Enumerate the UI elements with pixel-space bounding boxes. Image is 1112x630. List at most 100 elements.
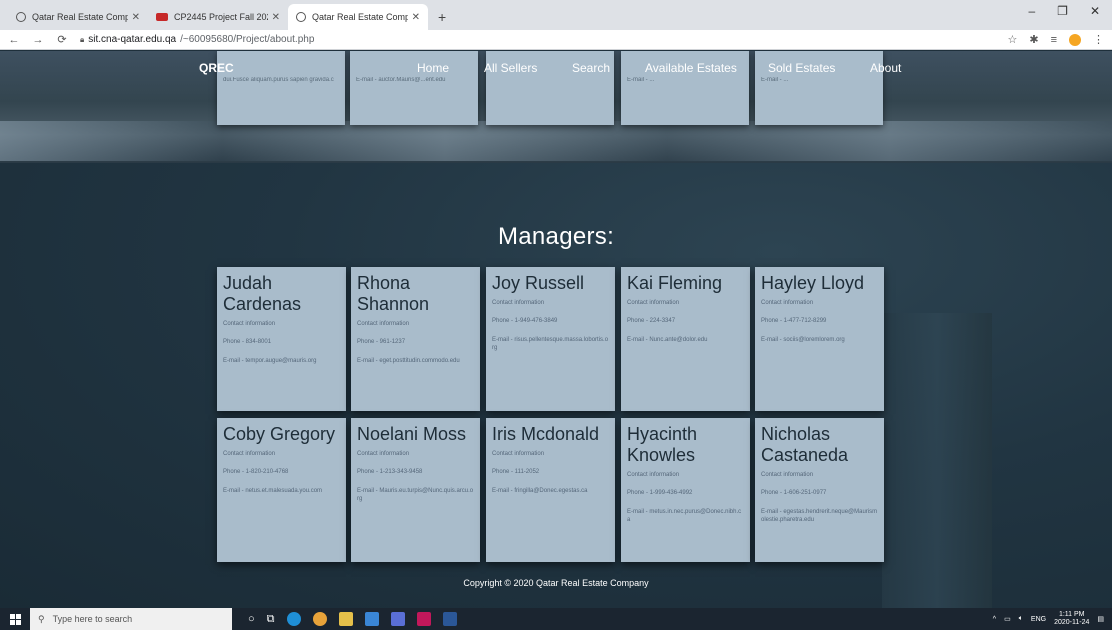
browser-tab-2[interactable]: CP2445 Project Fall 2020 - CP24 ✕ bbox=[148, 4, 288, 30]
manager-card: Iris Mcdonald Contact information Phone … bbox=[486, 418, 615, 562]
clock[interactable]: 1:11 PM 2020-11-24 bbox=[1054, 611, 1089, 627]
search-placeholder: Type here to search bbox=[52, 614, 133, 624]
card-text: E-mail - ... bbox=[627, 77, 655, 83]
maximize-button[interactable]: ❐ bbox=[1057, 4, 1068, 18]
edge-icon[interactable] bbox=[286, 612, 301, 626]
browser-tab-3[interactable]: Qatar Real Estate Company ✕ bbox=[288, 4, 428, 30]
globe-icon bbox=[296, 12, 306, 22]
close-icon[interactable]: ✕ bbox=[272, 12, 280, 23]
manager-card: Joy Russell Contact information Phone - … bbox=[486, 267, 615, 411]
manager-phone: Phone - 1-213-343-9458 bbox=[357, 469, 423, 475]
store-icon[interactable] bbox=[364, 612, 379, 626]
clock-date: 2020-11-24 bbox=[1054, 619, 1090, 626]
volume-icon[interactable]: 🔈︎ bbox=[1019, 615, 1023, 623]
manager-phone: Phone - 834-8001 bbox=[223, 339, 272, 345]
manager-email: E-mail - Nunc.ante@dolor.edu bbox=[627, 337, 708, 343]
lock-icon: 🔒︎ bbox=[80, 34, 85, 44]
manager-email: E-mail - Mauris.eu.turpis@Nunc.quis.arcu… bbox=[357, 488, 474, 502]
manager-card: Judah Cardenas Contact information Phone… bbox=[217, 267, 346, 411]
card-text: E-mail - auctor.Mauris@...ent.edu bbox=[356, 77, 446, 83]
browser-tab-bar: Qatar Real Estate Company ✕ CP2445 Proje… bbox=[0, 0, 1112, 30]
minimize-button[interactable]: – bbox=[1028, 4, 1035, 18]
url-path: /~60095680/Project/about.php bbox=[180, 34, 315, 45]
page-footer: Copyright © 2020 Qatar Real Estate Compa… bbox=[463, 578, 649, 588]
close-icon[interactable]: ✕ bbox=[412, 12, 420, 23]
manager-email: E-mail - metus.in.nec.purus@Donec.nibh.c… bbox=[627, 509, 742, 523]
manager-email: E-mail - risus.pellentesque.massa.lobort… bbox=[492, 337, 609, 351]
contact-label: Contact information bbox=[492, 451, 545, 457]
manager-name: Hyacinth Knowles bbox=[627, 424, 698, 465]
profile-avatar[interactable] bbox=[1069, 33, 1081, 46]
manager-name: Iris Mcdonald bbox=[492, 424, 600, 444]
nav-about[interactable]: About bbox=[870, 61, 901, 75]
tab-label: Qatar Real Estate Company bbox=[312, 12, 408, 22]
clock-time: 1:11 PM bbox=[1058, 611, 1085, 618]
manager-name: Kai Fleming bbox=[627, 273, 723, 293]
language-indicator[interactable]: ENG bbox=[1031, 616, 1046, 623]
visual-studio-icon[interactable] bbox=[416, 612, 431, 626]
web-page: dui.Fusce aliquam.purus sapien gravida.c… bbox=[0, 51, 1112, 608]
card-text: dui.Fusce aliquam.purus sapien gravida.c bbox=[223, 77, 334, 83]
star-icon[interactable]: ☆ bbox=[1007, 33, 1017, 46]
search-icon: ⚲ bbox=[38, 613, 45, 624]
brand-logo[interactable]: QREC bbox=[199, 61, 234, 75]
menu-icon[interactable]: ⋮ bbox=[1093, 33, 1104, 46]
manager-name: Coby Gregory bbox=[223, 424, 336, 444]
manager-name: Noelani Moss bbox=[357, 424, 467, 444]
manager-email: E-mail - tempor.augue@mauris.org bbox=[223, 358, 317, 364]
tab-label: CP2445 Project Fall 2020 - CP24 bbox=[174, 12, 268, 22]
contact-label: Contact information bbox=[223, 321, 276, 327]
manager-phone: Phone - 1-477-712-8299 bbox=[761, 318, 827, 324]
manager-email: E-mail - netus.et.malesuada.you.com bbox=[223, 488, 323, 494]
close-icon[interactable]: ✕ bbox=[132, 12, 140, 23]
manager-card: Hayley Lloyd Contact information Phone -… bbox=[755, 267, 884, 411]
manager-phone: Phone - 1-949-476-3849 bbox=[492, 318, 558, 324]
manager-name: Joy Russell bbox=[492, 273, 585, 293]
url-field[interactable]: 🔒︎ sit.cna-qatar.edu.qa/~60095680/Projec… bbox=[80, 34, 995, 45]
manager-card: Coby Gregory Contact information Phone -… bbox=[217, 418, 346, 562]
browser-tab-1[interactable]: Qatar Real Estate Company ✕ bbox=[8, 4, 148, 30]
extension-icon[interactable]: ✱ bbox=[1029, 33, 1038, 46]
word-icon[interactable] bbox=[442, 612, 457, 626]
reading-list-icon[interactable]: ≡ bbox=[1051, 34, 1057, 46]
nav-available-estates[interactable]: Available Estates bbox=[645, 61, 737, 75]
taskbar-search[interactable]: ⚲ Type here to search bbox=[30, 608, 232, 630]
globe-icon bbox=[16, 12, 26, 22]
network-icon[interactable]: ▭ bbox=[1004, 615, 1011, 623]
close-window-button[interactable]: ✕ bbox=[1090, 4, 1100, 18]
app-icon[interactable] bbox=[390, 612, 405, 626]
manager-name: Nicholas Castaneda bbox=[761, 424, 849, 465]
manager-card: Kai Fleming Contact information Phone - … bbox=[621, 267, 750, 411]
manager-phone: Phone - 1-606-251-0977 bbox=[761, 490, 827, 496]
contact-label: Contact information bbox=[357, 321, 410, 327]
tab-label: Qatar Real Estate Company bbox=[32, 12, 128, 22]
notification-icon[interactable]: ▤ bbox=[1097, 615, 1104, 623]
chevron-up-icon[interactable]: ^ bbox=[993, 616, 996, 623]
contact-label: Contact information bbox=[627, 472, 680, 478]
windows-taskbar: ⚲ Type here to search ○ ⧉ ^ ▭ 🔈︎ ENG 1:1… bbox=[0, 608, 1112, 630]
manager-card: Rhona Shannon Contact information Phone … bbox=[351, 267, 480, 411]
manager-email: E-mail - egestas.hendrerit.neque@Maurism… bbox=[761, 509, 878, 523]
card-text: E-mail - ... bbox=[761, 77, 789, 83]
contact-label: Contact information bbox=[492, 300, 545, 306]
manager-card: Noelani Moss Contact information Phone -… bbox=[351, 418, 480, 562]
manager-phone: Phone - 1-820-210-4768 bbox=[223, 469, 289, 475]
nav-all-sellers[interactable]: All Sellers bbox=[484, 61, 537, 75]
new-tab-button[interactable]: + bbox=[428, 4, 456, 30]
window-controls: – ❐ ✕ bbox=[1028, 4, 1100, 18]
back-arrow-icon[interactable]: ← bbox=[8, 34, 20, 46]
file-explorer-icon[interactable] bbox=[338, 612, 353, 626]
nav-search[interactable]: Search bbox=[572, 61, 610, 75]
nav-home[interactable]: Home bbox=[417, 61, 449, 75]
cortana-icon[interactable]: ○ bbox=[248, 613, 255, 625]
chrome-icon[interactable] bbox=[312, 612, 327, 626]
reload-icon[interactable]: ⟳ bbox=[56, 33, 68, 46]
address-bar: ← → ⟳ 🔒︎ sit.cna-qatar.edu.qa/~60095680/… bbox=[0, 30, 1112, 50]
task-view-icon[interactable]: ⧉ bbox=[267, 613, 275, 626]
start-button[interactable] bbox=[0, 608, 30, 630]
nav-sold-estates[interactable]: Sold Estates bbox=[768, 61, 835, 75]
url-host: sit.cna-qatar.edu.qa bbox=[88, 34, 177, 45]
contact-label: Contact information bbox=[357, 451, 410, 457]
system-tray: ^ ▭ 🔈︎ ENG 1:11 PM 2020-11-24 ▤ bbox=[993, 608, 1104, 630]
forward-arrow-icon[interactable]: → bbox=[32, 34, 44, 46]
